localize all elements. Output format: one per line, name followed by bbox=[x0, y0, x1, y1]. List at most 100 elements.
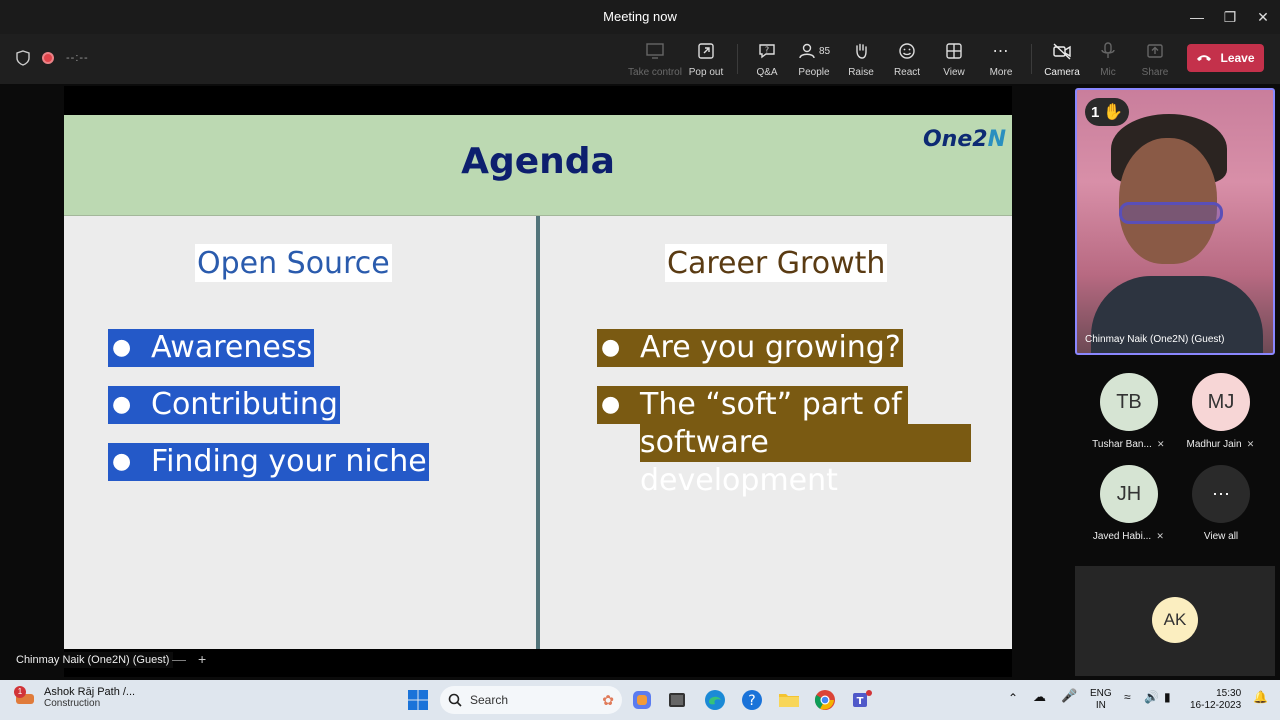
chevron-up-icon[interactable]: ⌃ bbox=[1008, 692, 1018, 704]
featured-participant-name: Chinmay Naik (One2N) (Guest) bbox=[1085, 334, 1225, 345]
recording-indicator-icon bbox=[42, 52, 54, 64]
avatar: JH bbox=[1100, 465, 1158, 523]
avatar: AK bbox=[1152, 597, 1198, 643]
clock[interactable]: 15:30 16-12-2023 bbox=[1190, 688, 1241, 712]
shared-screen: Agenda One2N Open Source Career Growth ●… bbox=[64, 86, 1012, 677]
search-highlight-icon: ✿ bbox=[602, 691, 614, 708]
phone-hangup-icon bbox=[1197, 55, 1212, 61]
taskbar-search[interactable]: Search ✿ bbox=[440, 686, 622, 714]
windows-start-icon[interactable] bbox=[406, 688, 430, 712]
svg-text:?: ? bbox=[748, 693, 755, 709]
participant-name: Madhur Jain bbox=[1186, 439, 1242, 450]
hand-icon bbox=[856, 43, 867, 59]
participant-tile[interactable]: JH Javed Habi... ✕ bbox=[1084, 465, 1174, 542]
bullet-text: The “soft” part of bbox=[640, 387, 902, 422]
bullet-icon: ● bbox=[601, 335, 621, 360]
leave-button[interactable]: Leave bbox=[1187, 44, 1264, 72]
svg-text:?: ? bbox=[765, 46, 769, 55]
emoji-icon bbox=[899, 43, 915, 59]
grid-icon bbox=[946, 43, 962, 59]
take-control-label: Take control bbox=[628, 67, 682, 78]
people-count: 85 bbox=[818, 45, 831, 57]
search-label: Search bbox=[470, 693, 509, 707]
people-icon bbox=[799, 43, 815, 59]
take-control-button[interactable]: Take control bbox=[627, 39, 683, 78]
bullet-text: Awareness bbox=[151, 330, 313, 365]
left-bullet-2: ● Contributing bbox=[108, 386, 340, 424]
participant-name: Javed Habi... bbox=[1092, 531, 1152, 542]
share-button[interactable]: Share bbox=[1127, 39, 1183, 78]
left-bullet-3: ● Finding your niche bbox=[108, 443, 429, 481]
bullet-text: Finding your niche bbox=[151, 444, 427, 479]
one2n-logo: One2N bbox=[922, 127, 1006, 152]
slide-title: Agenda bbox=[461, 141, 615, 182]
file-explorer-icon[interactable] bbox=[777, 688, 801, 712]
more-participants-icon: ⋯ bbox=[1192, 465, 1250, 523]
raised-hand-badge: 1 ✋ bbox=[1085, 98, 1130, 126]
notification-badge: 1 bbox=[14, 686, 26, 698]
left-bullet-1: ● Awareness bbox=[108, 329, 315, 367]
overflow-tile[interactable]: AK bbox=[1075, 566, 1275, 676]
more-icon: ⋯ bbox=[992, 43, 1010, 60]
participant-name: Tushar Ban... bbox=[1092, 439, 1152, 450]
mic-off-icon: ✕ bbox=[1156, 531, 1164, 541]
presentation-slide: Agenda One2N Open Source Career Growth ●… bbox=[64, 115, 1012, 649]
stage-speaker-label: Chinmay Naik (One2N) (Guest) bbox=[12, 652, 174, 668]
help-icon[interactable]: ? bbox=[740, 688, 764, 712]
edge-browser-icon[interactable] bbox=[703, 688, 727, 712]
language-indicator[interactable]: ENG IN bbox=[1090, 688, 1112, 712]
search-icon bbox=[448, 693, 462, 707]
column-divider bbox=[536, 216, 540, 649]
minus-icon[interactable]: — bbox=[172, 651, 186, 667]
minimize-icon[interactable]: — bbox=[1186, 6, 1208, 28]
mic-muted-tray-icon[interactable]: 🎤 bbox=[1061, 689, 1077, 702]
featured-video-tile[interactable]: 1 ✋ Chinmay Naik (One2N) (Guest) bbox=[1075, 88, 1275, 355]
title-bar: Meeting now — ❐ ✕ bbox=[0, 0, 1280, 34]
news-widget[interactable]: 1 Ashok Rāj Path /... Construction bbox=[14, 686, 135, 709]
meeting-toolbar: --:-- Take control Pop out ? Q&A 85 Peop… bbox=[0, 34, 1280, 84]
pop-out-label: Pop out bbox=[688, 67, 724, 78]
volume-icon[interactable]: 🔊 bbox=[1144, 691, 1159, 703]
right-bullet-2: ● The “soft” part of software development bbox=[597, 386, 971, 498]
avatar: MJ bbox=[1192, 373, 1250, 431]
notification-bell-icon[interactable]: 🔔 bbox=[1253, 691, 1268, 703]
close-icon[interactable]: ✕ bbox=[1252, 6, 1274, 28]
participant-tile[interactable]: MJ Madhur Jain ✕ bbox=[1176, 373, 1266, 450]
more-label: More bbox=[989, 67, 1013, 78]
window-title: Meeting now bbox=[603, 9, 677, 24]
pop-out-icon bbox=[698, 43, 714, 59]
participant-tile[interactable]: TB Tushar Ban... ✕ bbox=[1084, 373, 1174, 450]
hand-count: 1 bbox=[1091, 103, 1100, 121]
chrome-icon[interactable] bbox=[813, 688, 837, 712]
language-code: ENG bbox=[1090, 688, 1112, 699]
shield-icon[interactable] bbox=[16, 50, 30, 66]
region-code: IN bbox=[1095, 700, 1106, 711]
view-all-button[interactable]: ⋯ View all bbox=[1176, 465, 1266, 542]
career-growth-heading: Career Growth bbox=[665, 244, 888, 282]
mic-off-icon: ✕ bbox=[1246, 439, 1255, 449]
pop-out-button[interactable]: Pop out bbox=[678, 39, 734, 78]
slide-header: Agenda One2N bbox=[64, 115, 1012, 216]
camera-off-icon bbox=[1053, 43, 1071, 60]
widget-subtitle: Construction bbox=[44, 698, 101, 709]
share-icon bbox=[1147, 44, 1163, 58]
plus-icon[interactable]: + bbox=[198, 651, 206, 667]
app-icon[interactable] bbox=[665, 688, 689, 712]
clock-time: 15:30 bbox=[1216, 688, 1242, 699]
bullet-icon: ● bbox=[601, 392, 621, 417]
more-button[interactable]: ⋯ More bbox=[973, 39, 1029, 78]
raised-hand-icon: ✋ bbox=[1103, 104, 1124, 121]
taskbar: 1 Ashok Rāj Path /... Construction Searc… bbox=[0, 680, 1280, 720]
svg-text:T: T bbox=[857, 696, 864, 707]
mic-off-icon bbox=[1101, 42, 1115, 58]
wifi-icon[interactable]: ≈ bbox=[1124, 691, 1131, 703]
copilot-icon[interactable] bbox=[630, 688, 654, 712]
leave-label: Leave bbox=[1220, 51, 1255, 65]
teams-icon[interactable]: T bbox=[850, 688, 874, 712]
battery-icon[interactable]: ▮ bbox=[1164, 691, 1171, 703]
widget-title: Ashok Rāj Path /... bbox=[44, 686, 136, 698]
avatar: TB bbox=[1100, 373, 1158, 431]
onedrive-icon[interactable]: ☁ bbox=[1033, 690, 1046, 703]
maximize-icon[interactable]: ❐ bbox=[1219, 6, 1241, 28]
bullet-icon: ● bbox=[112, 449, 132, 474]
